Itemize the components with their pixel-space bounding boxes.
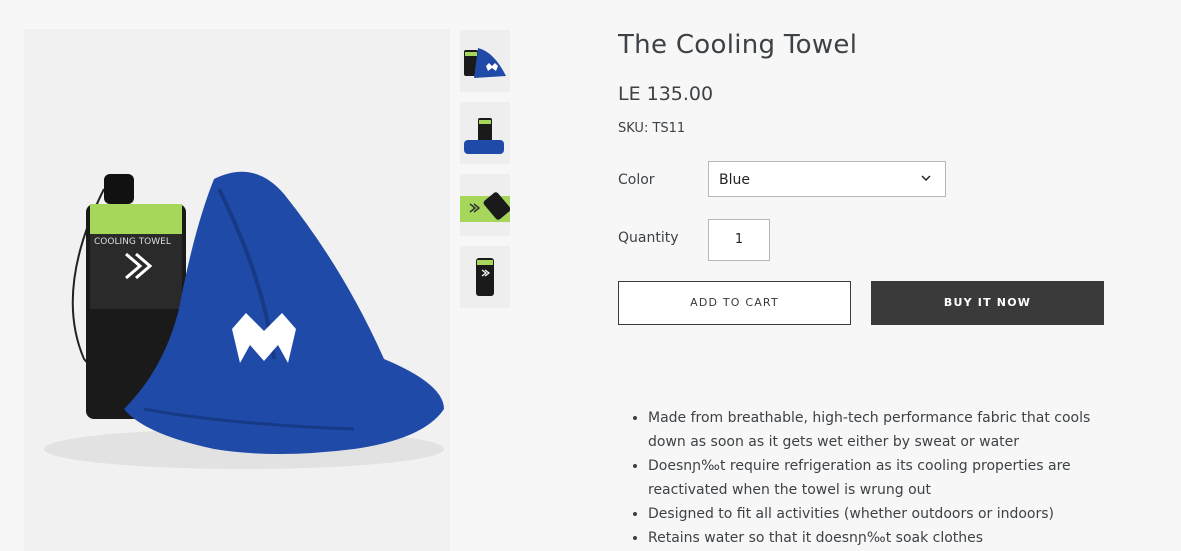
thumbnail-1[interactable]	[460, 30, 510, 92]
list-item: Made from breathable, high-tech performa…	[648, 406, 1118, 454]
buy-it-now-button[interactable]: BUY IT NOW	[871, 281, 1104, 325]
thumb-rolled-towel-image	[460, 102, 510, 164]
color-select[interactable]: Blue	[708, 161, 946, 197]
color-label: Color	[618, 172, 655, 188]
product-sku: SKU: TS11	[618, 121, 686, 136]
list-item: Retains water so that it doesnɲ‰t soak c…	[648, 526, 1118, 550]
thumbnail-2[interactable]	[460, 102, 510, 164]
color-select-value: Blue	[719, 172, 750, 188]
add-to-cart-button[interactable]: ADD TO CART	[618, 281, 851, 325]
main-product-image[interactable]: COOLING TOWEL	[24, 29, 450, 551]
quantity-label: Quantity	[618, 230, 679, 246]
thumb-bag-towel-image	[460, 30, 510, 92]
product-price: LE 135.00	[618, 83, 714, 105]
bag-label: COOLING TOWEL	[94, 237, 171, 247]
product-description-list: Made from breathable, high-tech performa…	[630, 406, 1118, 550]
quantity-input[interactable]: 1	[708, 219, 770, 261]
thumb-green-towel-image	[460, 174, 510, 236]
product-title: The Cooling Towel	[618, 30, 858, 60]
list-item: Doesnɲ‰t require refrigeration as its co…	[648, 454, 1118, 502]
thumbnail-3[interactable]	[460, 174, 510, 236]
thumb-bag-image	[460, 246, 510, 308]
chevron-down-icon	[921, 175, 931, 182]
cooling-towel-photo: COOLING TOWEL	[24, 29, 450, 551]
thumbnail-list	[460, 30, 510, 318]
list-item: Designed to fit all activities (whether …	[648, 502, 1118, 526]
thumbnail-4[interactable]	[460, 246, 510, 308]
